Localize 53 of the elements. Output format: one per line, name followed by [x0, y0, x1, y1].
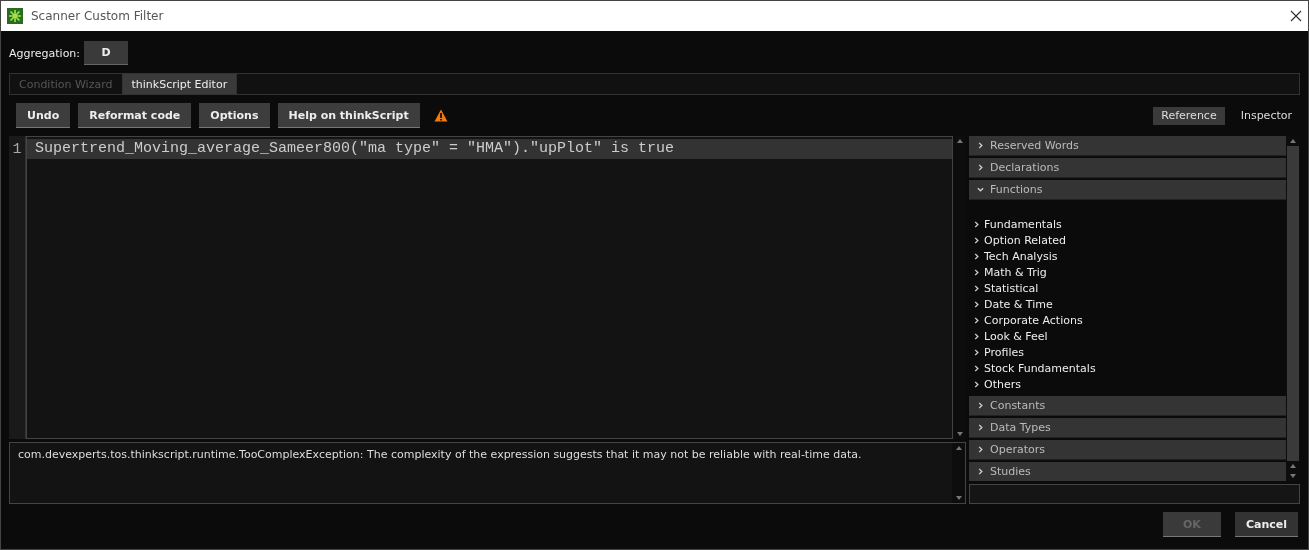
aggregation-button[interactable]: D: [84, 41, 129, 65]
scroll-up-icon[interactable]: [1290, 464, 1296, 468]
reference-item[interactable]: Math & Trig: [973, 264, 1286, 280]
chevron-right-icon: [977, 424, 984, 431]
search-field[interactable]: [969, 484, 1300, 504]
scrollbar[interactable]: [952, 443, 965, 503]
reference-section[interactable]: Declarations: [969, 158, 1286, 178]
reference-item[interactable]: Fundamentals: [973, 216, 1286, 232]
chevron-down-icon: [977, 186, 984, 193]
toolbar-button[interactable]: Reformat code: [78, 103, 192, 128]
error-message: com.devexperts.tos.thinkscript.runtime.TooComplexException: The complexity of the expression suggests that it may not be reliable with real-time data.: [17, 447, 863, 463]
reference-section[interactable]: Reserved Words: [969, 136, 1286, 156]
tab[interactable]: thinkScript Editor: [122, 74, 238, 94]
scroll-up-icon[interactable]: [1290, 139, 1296, 143]
reference-item[interactable]: Stock Fundamentals: [973, 360, 1286, 376]
scroll-up-icon[interactable]: [956, 139, 963, 143]
reference-item[interactable]: Option Related: [973, 232, 1286, 248]
reference-section[interactable]: Studies: [969, 462, 1286, 481]
reference-item[interactable]: Profiles: [973, 344, 1286, 360]
dialog-button[interactable]: Cancel: [1234, 512, 1298, 537]
reference-item[interactable]: Tech Analysis: [973, 248, 1286, 264]
reference-item[interactable]: Look & Feel: [973, 328, 1286, 344]
chevron-right-icon: [977, 402, 984, 409]
reference-item[interactable]: Statistical: [973, 280, 1286, 296]
chevron-right-icon: [977, 142, 984, 149]
panel-tab[interactable]: Inspector: [1232, 106, 1300, 125]
code-editor[interactable]: Supertrend_Moving_average_Sameer800("ma type" = "HMA")."upPlot" is true: [26, 136, 953, 439]
reference-item[interactable]: Corporate Actions: [973, 312, 1286, 328]
chevron-right-icon: [977, 468, 984, 475]
toolbar-button[interactable]: Help on thinkScript: [277, 103, 420, 128]
close-icon[interactable]: [1290, 10, 1302, 22]
window-title: Scanner Custom Filter: [31, 9, 165, 23]
toolbar-button[interactable]: Undo: [16, 103, 71, 128]
reference-section[interactable]: Functions: [969, 180, 1286, 200]
app-logo-icon: [7, 8, 23, 24]
scroll-down-icon[interactable]: [956, 432, 963, 436]
panel-tab[interactable]: Reference: [1153, 106, 1225, 125]
reference-section[interactable]: Data Types: [969, 418, 1286, 438]
scroll-up-icon[interactable]: [955, 446, 962, 450]
chevron-right-icon: [977, 446, 984, 453]
scrollbar[interactable]: [1286, 136, 1300, 481]
scroll-down-icon[interactable]: [1290, 474, 1296, 478]
aggregation-label: Aggregation:: [9, 46, 81, 60]
reference-section[interactable]: Constants: [969, 396, 1286, 416]
scroll-down-icon[interactable]: [955, 496, 962, 500]
reference-item[interactable]: Date & Time: [973, 296, 1286, 312]
reference-item[interactable]: Others: [973, 376, 1286, 392]
toolbar-button[interactable]: Options: [199, 103, 270, 128]
warning-icon[interactable]: [433, 109, 448, 122]
chevron-right-icon: [977, 164, 984, 171]
line-number: 1: [11, 140, 23, 160]
scroll-thumb[interactable]: [1287, 146, 1299, 461]
reference-section[interactable]: Operators: [969, 440, 1286, 460]
